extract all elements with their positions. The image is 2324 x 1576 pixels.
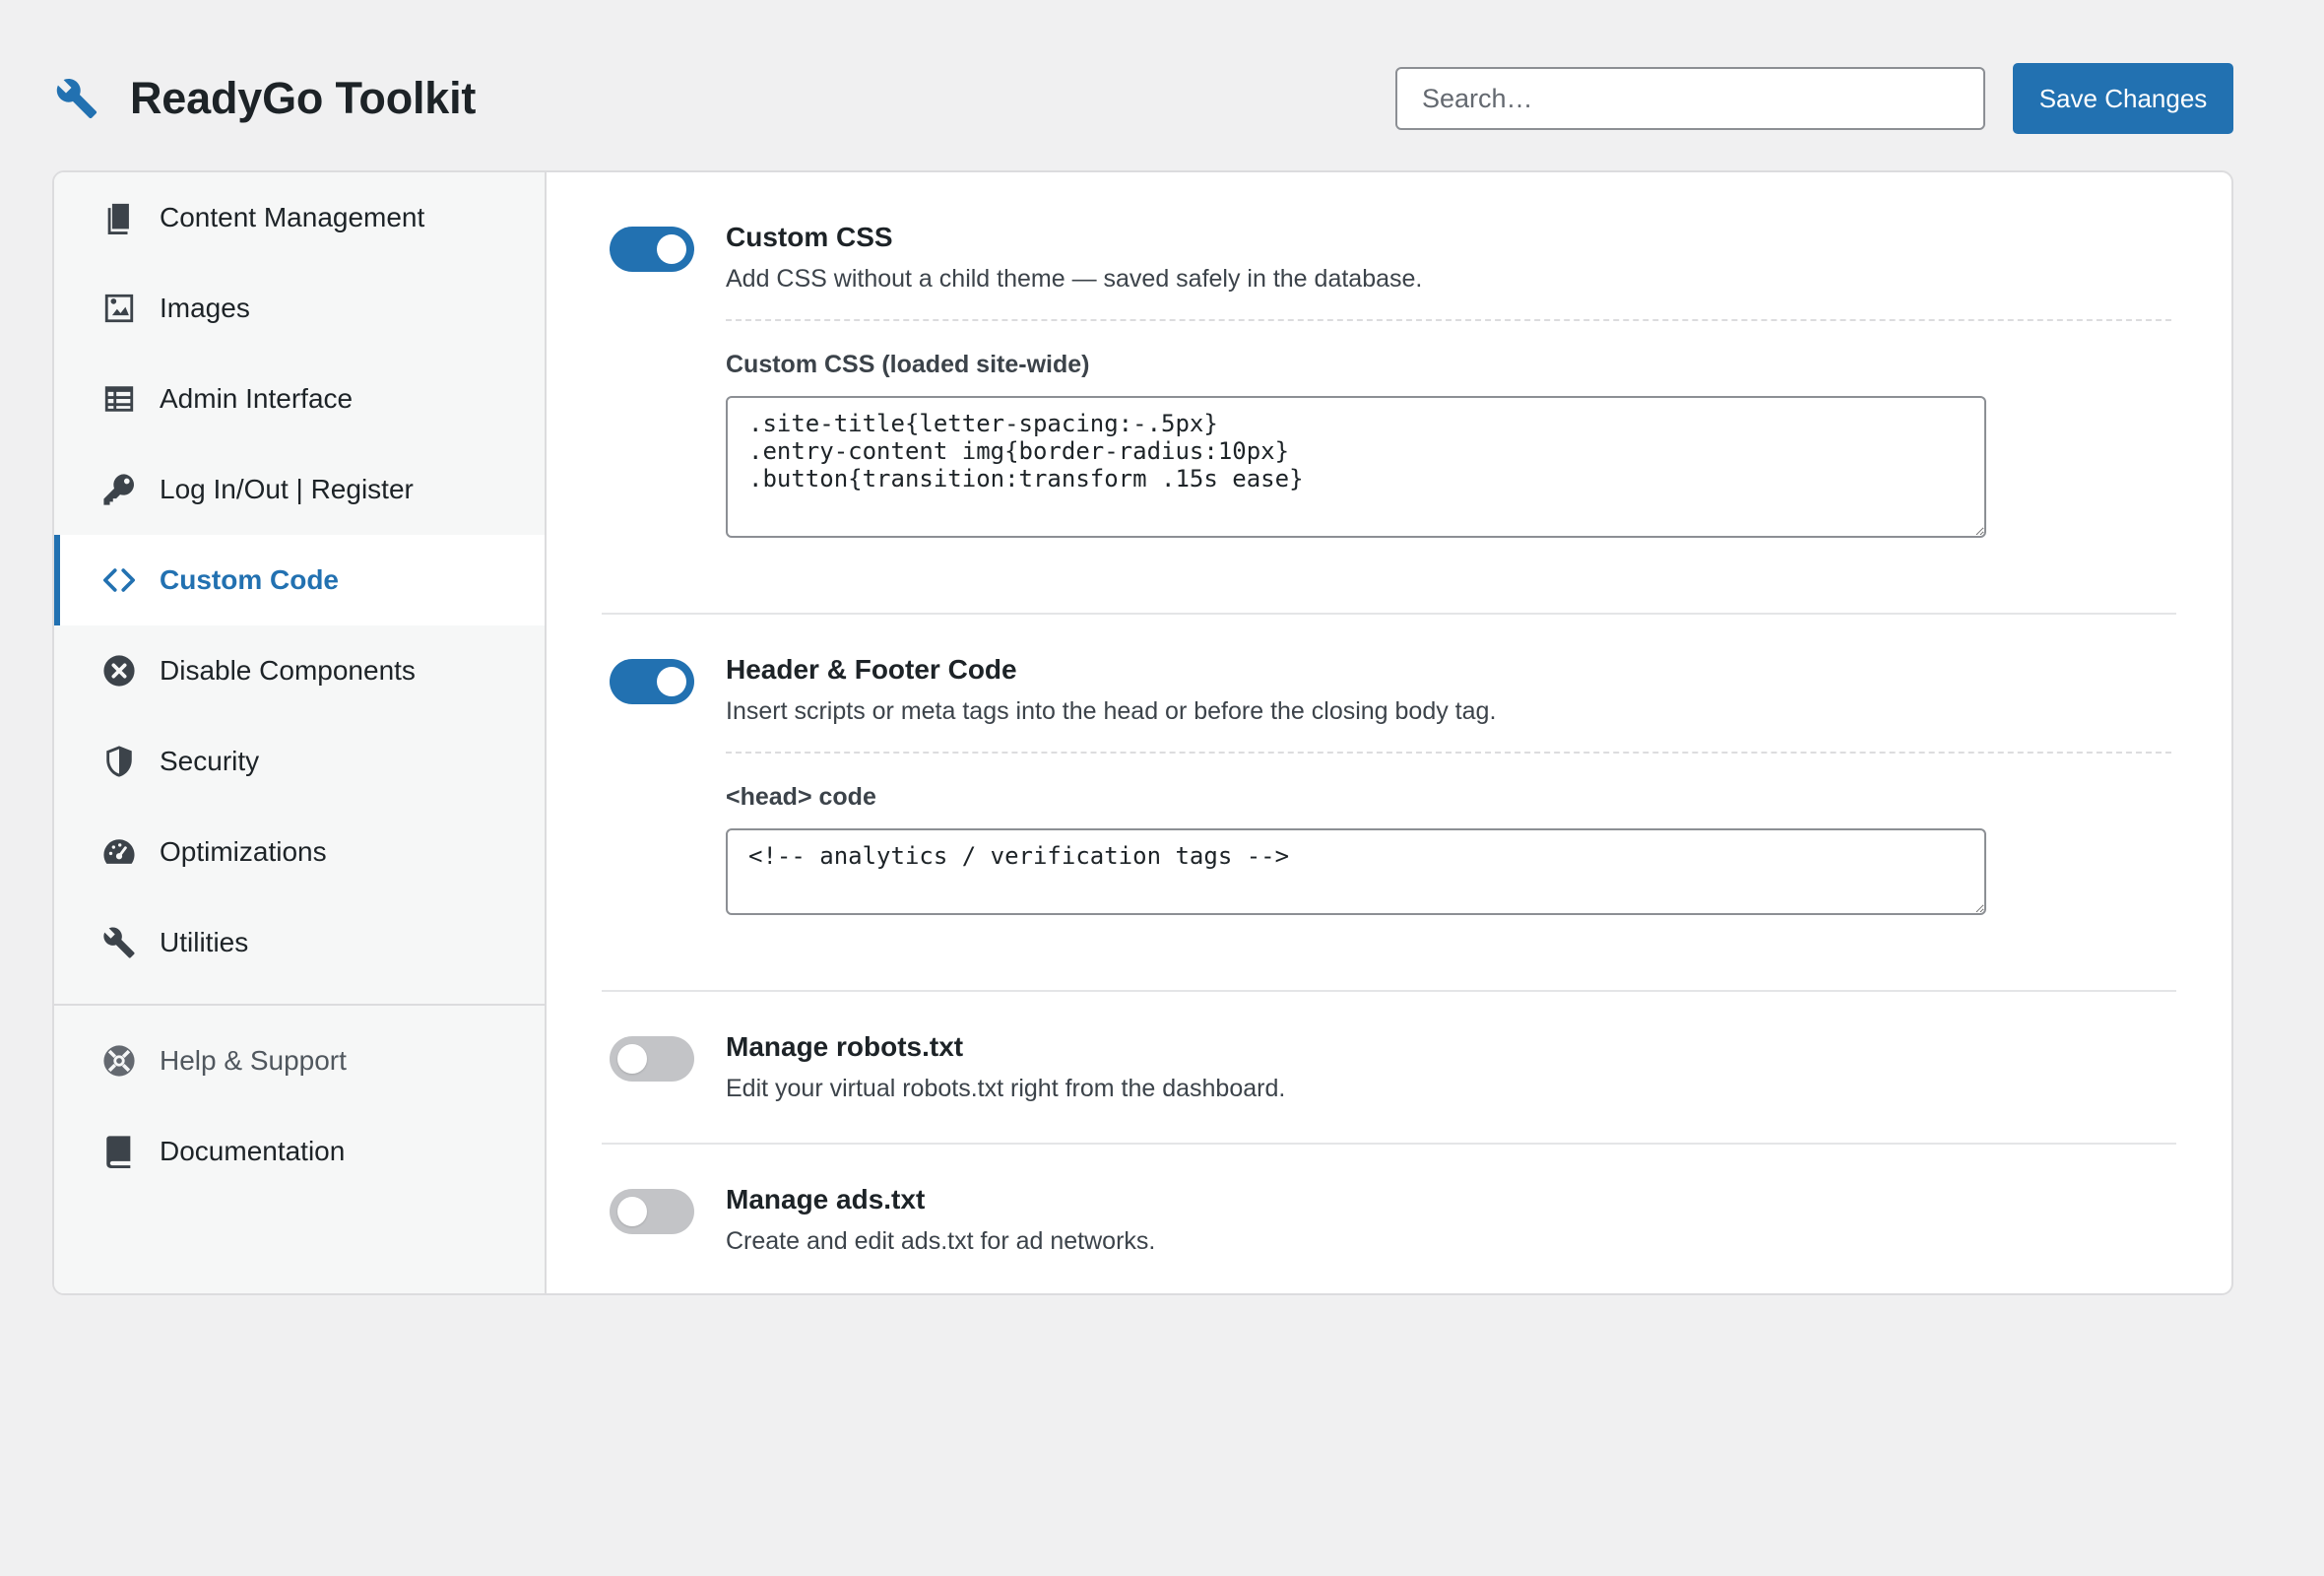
toggle-knob <box>617 1197 647 1226</box>
document-icon <box>100 199 138 236</box>
code-icon <box>100 561 138 599</box>
sidebar-item-label: Utilities <box>160 927 249 957</box>
setting-title: Manage ads.txt <box>726 1184 926 1215</box>
ads-txt-toggle[interactable] <box>610 1189 694 1234</box>
sidebar-item-disable-components[interactable]: Disable Components <box>54 625 545 716</box>
x-circle-icon <box>100 652 138 690</box>
field-label: Custom CSS (loaded site-wide) <box>726 351 1090 378</box>
sidebar-item-label: Security <box>160 746 260 776</box>
setting-title: Custom CSS <box>726 222 893 252</box>
setting-robots-txt: Manage robots.txt Edit your virtual robo… <box>602 990 2176 1143</box>
sidebar-item-custom-code[interactable]: Custom Code <box>54 535 545 625</box>
setting-description: Edit your virtual robots.txt right from … <box>726 1075 1286 1102</box>
custom-css-textarea[interactable]: .site-title{letter-spacing:-.5px} .entry… <box>726 396 1986 538</box>
setting-custom-css: Custom CSS Add CSS without a child theme… <box>602 172 2176 613</box>
head-code-textarea[interactable]: <!-- analytics / verification tags --> <box>726 828 1986 915</box>
field-label: <head> code <box>726 783 876 811</box>
dashboard-icon <box>100 833 138 871</box>
sidebar-item-admin-interface[interactable]: Admin Interface <box>54 354 545 444</box>
sidebar-item-label: Images <box>160 293 250 323</box>
brand: ReadyGo Toolkit <box>53 73 476 124</box>
sidebar-item-label: Help & Support <box>160 1045 347 1076</box>
sidebar-item-security[interactable]: Security <box>54 716 545 807</box>
sidebar-nav: Content Management Images Admin Interfac… <box>54 172 547 1293</box>
lifebuoy-icon <box>100 1042 138 1080</box>
search-input[interactable] <box>1395 67 1985 130</box>
sidebar-item-label: Optimizations <box>160 836 327 867</box>
shield-icon <box>100 743 138 780</box>
setting-header-footer-code: Header & Footer Code Insert scripts or m… <box>602 613 2176 990</box>
setting-description: Insert scripts or meta tags into the hea… <box>726 697 1497 725</box>
setting-title: Header & Footer Code <box>726 654 1017 685</box>
custom-css-field-group: Custom CSS (loaded site-wide) .site-titl… <box>726 319 2171 538</box>
image-icon <box>100 290 138 327</box>
sidebar-item-documentation[interactable]: Documentation <box>54 1106 545 1197</box>
setting-title: Manage robots.txt <box>726 1031 964 1062</box>
sidebar-item-utilities[interactable]: Utilities <box>54 897 545 988</box>
wrench-icon <box>100 924 138 961</box>
sidebar-item-label: Documentation <box>160 1136 346 1166</box>
custom-css-toggle[interactable] <box>610 227 694 272</box>
save-changes-button[interactable]: Save Changes <box>2013 63 2233 134</box>
sidebar-item-images[interactable]: Images <box>54 263 545 354</box>
toggle-knob <box>657 234 686 264</box>
setting-ads-txt: Manage ads.txt Create and edit ads.txt f… <box>602 1143 2176 1293</box>
sidebar-item-label: Custom Code <box>160 564 339 595</box>
sidebar-item-login-register[interactable]: Log In/Out | Register <box>54 444 545 535</box>
app-title: ReadyGo Toolkit <box>130 73 477 123</box>
sidebar-item-optimizations[interactable]: Optimizations <box>54 807 545 897</box>
settings-content: Custom CSS Add CSS without a child theme… <box>547 172 2231 1293</box>
toggle-knob <box>617 1044 647 1074</box>
setting-description: Add CSS without a child theme — saved sa… <box>726 265 1423 293</box>
key-icon <box>100 471 138 508</box>
sidebar-item-label: Admin Interface <box>160 383 354 414</box>
sidebar-item-content-management[interactable]: Content Management <box>54 172 545 263</box>
wrench-icon <box>53 75 100 122</box>
book-icon <box>100 1133 138 1170</box>
sidebar-item-help-support[interactable]: Help & Support <box>54 1016 545 1106</box>
sidebar-item-label: Content Management <box>160 202 425 232</box>
head-code-field-group: <head> code <!-- analytics / verificatio… <box>726 752 2171 915</box>
sidebar-item-label: Disable Components <box>160 655 416 686</box>
table-icon <box>100 380 138 418</box>
toggle-knob <box>657 667 686 696</box>
setting-description: Create and edit ads.txt for ad networks. <box>726 1227 1156 1255</box>
sidebar-item-label: Log In/Out | Register <box>160 474 414 504</box>
sidebar-divider <box>54 1004 545 1006</box>
settings-panel: Content Management Images Admin Interfac… <box>52 170 2233 1295</box>
app-header: ReadyGo Toolkit Save Changes <box>53 63 2233 134</box>
robots-txt-toggle[interactable] <box>610 1036 694 1082</box>
header-footer-toggle[interactable] <box>610 659 694 704</box>
